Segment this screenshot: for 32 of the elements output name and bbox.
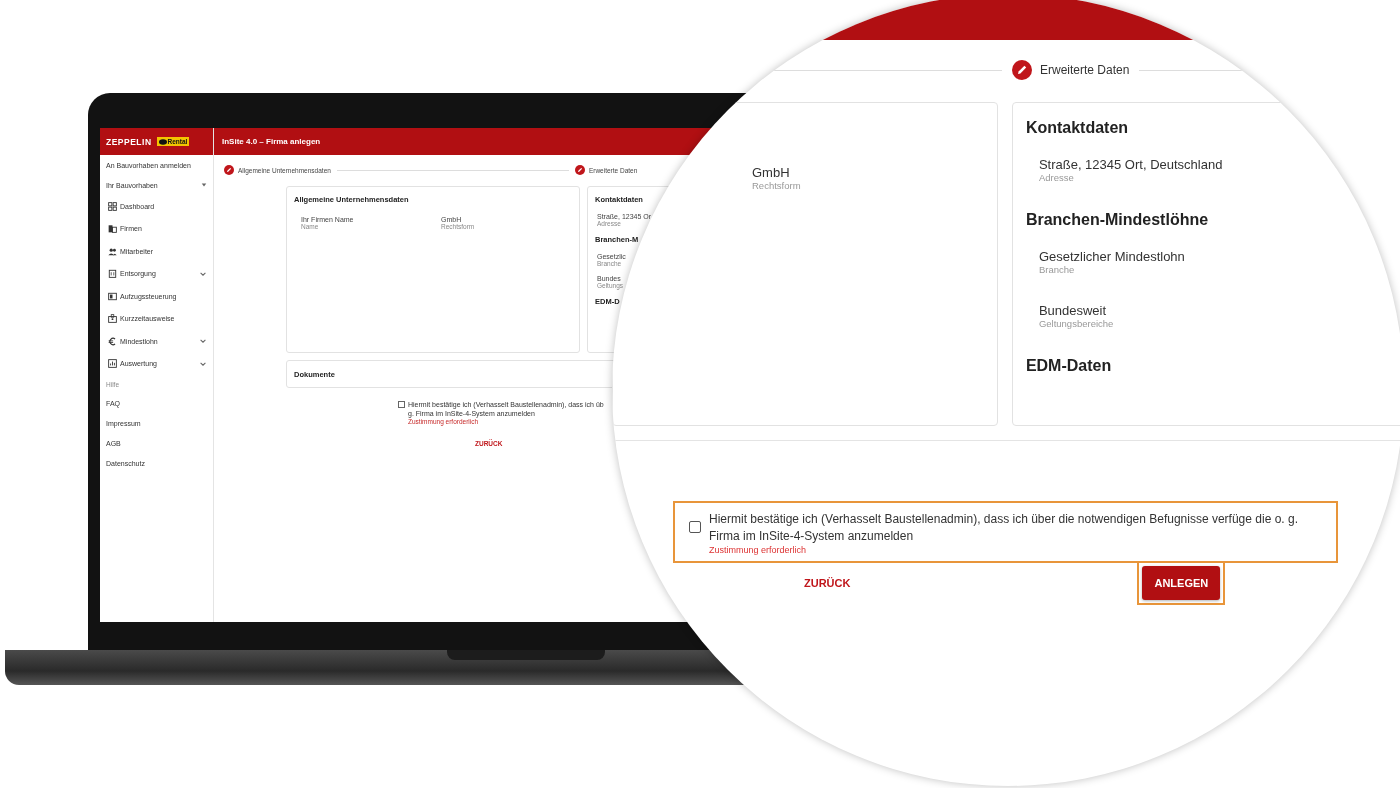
bin-icon <box>108 269 117 279</box>
grid-icon <box>108 201 117 211</box>
euro-icon <box>108 336 117 346</box>
checkbox[interactable] <box>689 521 701 533</box>
create-button[interactable]: ANLEGEN <box>1142 566 1221 600</box>
back-button[interactable]: ZURÜCK <box>798 573 857 593</box>
section-title: Kontaktdaten <box>1025 119 1130 137</box>
building-icon <box>108 224 117 234</box>
people-icon <box>108 246 117 256</box>
field-label: Geltungsbereiche <box>1038 318 1115 329</box>
section-title: EDM-Daten <box>1025 357 1113 375</box>
caret-icon <box>201 182 207 188</box>
field-label: Branche <box>1038 264 1076 275</box>
field-label: Rechtsform <box>752 180 802 191</box>
error-text: Zustimmung erforderlich <box>709 545 808 555</box>
panel-icon <box>108 291 117 301</box>
field-value: Straße, 12345 Ort, Deutschland <box>1038 157 1224 172</box>
consent-text: Hiermit bestätige ich (Verhasselt Baustellenadmin), dass ich über die notwendigen Befugnisse verfüge die o. g. Firma im InSite-4-System anzumelden <box>709 511 1299 545</box>
step-label: Erweiterte Daten <box>1040 63 1130 77</box>
brand-logo: ZEPPELIN <box>106 136 152 147</box>
field-label: Adresse <box>1038 172 1075 183</box>
field-value: GmbH <box>752 165 791 180</box>
pencil-icon <box>1012 60 1032 80</box>
checkbox[interactable] <box>398 401 405 408</box>
chart-icon <box>108 359 117 369</box>
section-title: Branchen-Mindestlöhne <box>1025 211 1210 229</box>
pencil-icon <box>224 165 234 175</box>
oval-icon <box>158 138 167 145</box>
pencil-icon <box>574 165 585 175</box>
field-value: Gesetzlicher Mindestlohn <box>1038 249 1186 264</box>
field-value: Bundesweit <box>1038 303 1108 318</box>
badge-icon <box>108 314 117 324</box>
